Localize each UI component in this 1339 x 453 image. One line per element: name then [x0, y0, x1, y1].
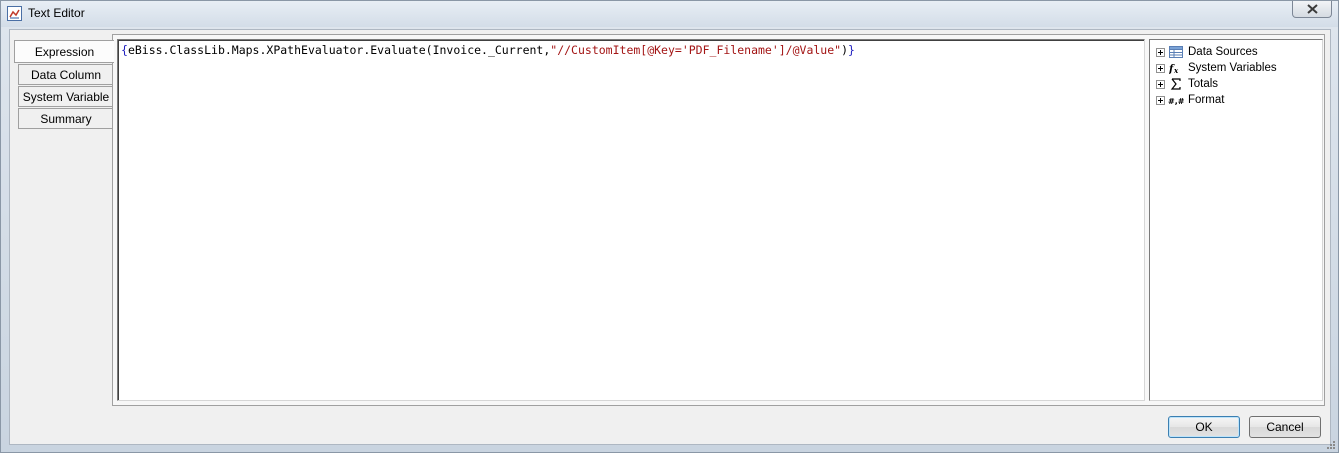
close-button[interactable]: [1292, 1, 1332, 18]
tree-item-data-sources[interactable]: Data Sources: [1150, 44, 1322, 60]
text-editor-app-icon: [7, 6, 22, 21]
tab-data-column[interactable]: Data Column: [18, 64, 113, 85]
cancel-button[interactable]: Cancel: [1249, 416, 1321, 438]
expression-editor[interactable]: {eBiss.ClassLib.Maps.XPathEvaluator.Eval…: [117, 39, 1145, 401]
tab-summary[interactable]: Summary: [18, 108, 113, 129]
tab-system-variable[interactable]: System Variable: [18, 86, 113, 107]
expression-close-brace: }: [848, 43, 855, 57]
function-icon: f x: [1168, 61, 1184, 75]
tree-item-label: Format: [1188, 94, 1225, 106]
tree-item-format[interactable]: #,# Format: [1150, 92, 1322, 108]
editor-tabs: Expression Data Column System Variable S…: [14, 40, 114, 130]
window-title: Text Editor: [28, 6, 85, 20]
tree-item-label: Totals: [1188, 78, 1219, 90]
tab-content-panel: {eBiss.ClassLib.Maps.XPathEvaluator.Eval…: [112, 34, 1325, 406]
sigma-icon: [1168, 77, 1184, 91]
resize-grip-icon[interactable]: [1326, 440, 1336, 450]
svg-text:x: x: [1173, 66, 1179, 74]
expand-icon[interactable]: [1156, 63, 1165, 73]
expand-icon[interactable]: [1156, 79, 1165, 89]
tree-item-label: Data Sources: [1188, 46, 1258, 58]
tree-item-label: System Variables: [1188, 62, 1277, 74]
expand-icon[interactable]: [1156, 95, 1165, 105]
expression-close-paren: ): [841, 43, 849, 57]
tab-expression[interactable]: Expression: [14, 40, 114, 63]
dialog-body: Expression Data Column System Variable S…: [9, 29, 1331, 445]
expression-string: "//CustomItem[@Key='PDF_Filename']/@Valu…: [550, 43, 842, 57]
format-icon: #,#: [1168, 93, 1184, 107]
text-editor-window: Text Editor Expression Data Column Syste…: [0, 0, 1339, 453]
table-icon: [1168, 45, 1184, 59]
svg-text:#,#: #,#: [1168, 97, 1184, 106]
tree-item-system-variables[interactable]: f x System Variables: [1150, 60, 1322, 76]
expression-open-brace: {: [121, 43, 128, 57]
ok-button[interactable]: OK: [1168, 416, 1240, 438]
close-icon: [1306, 4, 1318, 14]
title-bar[interactable]: Text Editor: [1, 1, 1338, 27]
tree-item-totals[interactable]: Totals: [1150, 76, 1322, 92]
expression-identifier: eBiss.ClassLib.Maps.XPathEvaluator.Evalu…: [127, 43, 551, 57]
dictionary-tree: Data Sources f x System Variables Totals…: [1149, 39, 1323, 401]
expand-icon[interactable]: [1156, 47, 1165, 57]
